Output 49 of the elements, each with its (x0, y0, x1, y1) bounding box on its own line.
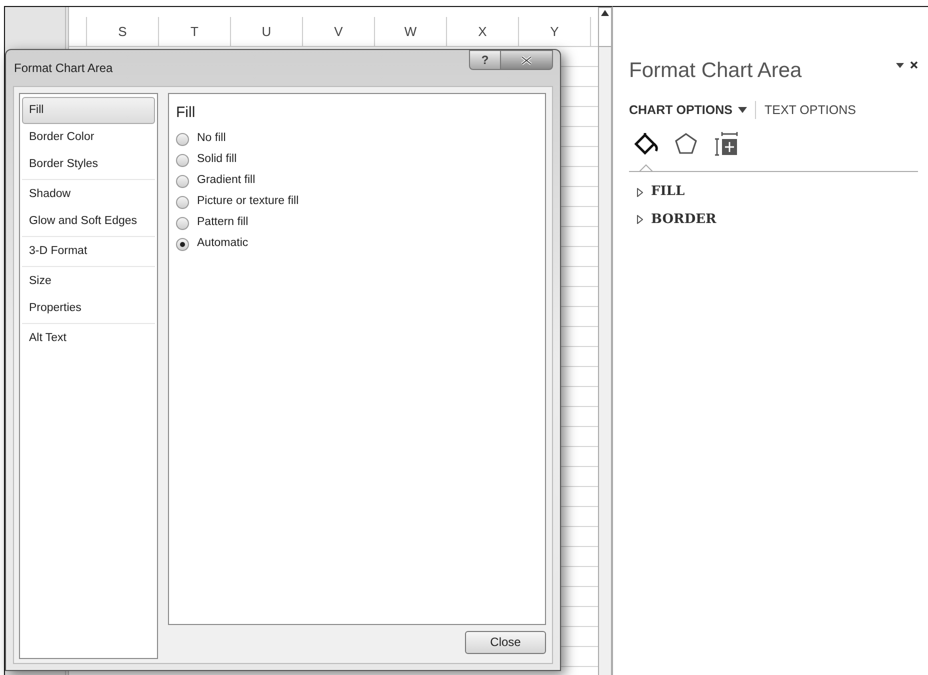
paint-bucket-icon[interactable] (633, 131, 659, 158)
category-item[interactable]: Shadow (22, 181, 155, 208)
close-dialog-button[interactable]: Close (465, 630, 546, 654)
radio-label[interactable]: Solid fill (197, 151, 237, 169)
scroll-up-button[interactable] (598, 7, 612, 47)
caret-icon (738, 106, 748, 113)
option-tab[interactable]: TEXT OPTIONS (764, 100, 856, 120)
scroll-up-icon[interactable] (601, 10, 609, 16)
column-header[interactable]: S (87, 17, 159, 46)
section-title: Fill (176, 103, 196, 123)
dialog-title: Format Chart Area (13, 60, 113, 77)
column-header[interactable]: V (303, 17, 375, 46)
radio-button[interactable] (176, 132, 189, 146)
section-header[interactable]: BORDER (637, 210, 918, 230)
category-item[interactable]: Border Styles (22, 151, 155, 178)
close-button[interactable] (501, 50, 553, 70)
pane-title: Format Chart Area (629, 58, 802, 84)
help-button[interactable]: ? (469, 50, 501, 70)
column-header[interactable]: X (447, 17, 519, 46)
category-item[interactable]: 3-D Format (22, 238, 155, 265)
category-item[interactable]: Alt Text (22, 325, 155, 352)
expand-arrow-icon (637, 215, 643, 224)
radio-button[interactable] (176, 174, 189, 188)
radio-label[interactable]: Automatic (197, 235, 248, 253)
category-item[interactable]: Border Color (22, 124, 155, 151)
category-item[interactable]: Glow and Soft Edges (22, 208, 155, 235)
radio-label[interactable]: Gradient fill (197, 172, 256, 190)
radio-button[interactable] (176, 216, 189, 230)
category-item[interactable]: Properties (22, 295, 155, 322)
radio-button[interactable] (176, 238, 189, 250)
expand-arrow-icon (637, 188, 643, 196)
dropdown-caret-icon[interactable] (896, 62, 904, 68)
radio-label[interactable]: Picture or texture fill (197, 193, 299, 211)
category-item[interactable]: Size (22, 268, 155, 295)
option-tab[interactable]: CHART OPTIONS (629, 100, 748, 120)
icon-tab[interactable] (633, 131, 659, 172)
close-icon (521, 56, 532, 64)
size-properties-icon[interactable] (713, 131, 739, 158)
radio-button[interactable] (176, 154, 189, 166)
column-header[interactable]: Y (519, 17, 591, 46)
section-header[interactable]: FILL (637, 182, 918, 202)
column-header[interactable]: T (159, 17, 231, 46)
column-header[interactable]: W (375, 17, 447, 46)
radio-label[interactable]: Pattern fill (197, 214, 248, 232)
radio-button[interactable] (176, 196, 189, 208)
column-header[interactable]: U (231, 17, 303, 46)
close-icon[interactable] (910, 61, 918, 69)
radio-label[interactable]: No fill (197, 130, 226, 148)
category-item[interactable]: Fill (22, 97, 155, 124)
